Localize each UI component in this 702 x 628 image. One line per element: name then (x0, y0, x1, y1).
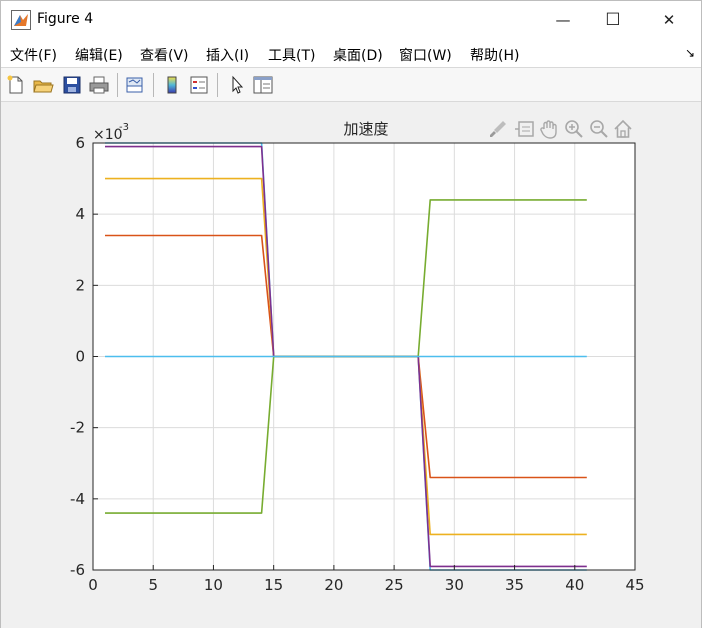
x-tick-label: 45 (625, 576, 644, 594)
link-plot-icon[interactable] (124, 74, 146, 96)
edit-plot-arrow-icon[interactable] (226, 74, 248, 96)
menu-file[interactable]: 文件(F) (10, 45, 57, 65)
minimize-button[interactable]: — (540, 1, 586, 39)
legend-icon[interactable] (188, 74, 210, 96)
menu-window[interactable]: 窗口(W) (399, 45, 452, 65)
property-inspector-icon[interactable] (252, 74, 274, 96)
maximize-button[interactable]: ☐ (590, 1, 636, 39)
data-tips-icon[interactable] (513, 118, 535, 140)
x-tick-label: 25 (385, 576, 404, 594)
x-tick-label: 10 (204, 576, 223, 594)
menu-edit[interactable]: 编辑(E) (75, 45, 123, 65)
menu-insert[interactable]: 插入(I) (206, 45, 249, 65)
new-figure-icon[interactable] (5, 74, 27, 96)
x-tick-label: 40 (565, 576, 584, 594)
home-restore-view-icon[interactable] (612, 118, 634, 140)
menu-view[interactable]: 查看(V) (140, 45, 189, 65)
toolbar-separator (117, 73, 118, 97)
menu-bar: 文件(F) 编辑(E) 查看(V) 插入(I) 工具(T) 桌面(D) 窗口(W… (1, 39, 701, 67)
open-file-icon[interactable] (32, 74, 54, 96)
y-tick-label: -2 (70, 419, 85, 437)
brush-icon[interactable] (487, 118, 509, 140)
close-button[interactable]: ✕ (646, 1, 692, 39)
y-tick-label: 2 (75, 276, 85, 294)
dock-arrow-icon[interactable]: ↘ (685, 46, 695, 60)
window-title: Figure 4 (37, 11, 94, 27)
toolbar-separator (153, 73, 154, 97)
figure-window: Figure 4 — ☐ ✕ 文件(F) 编辑(E) 查看(V) 插入(I) 工… (0, 0, 702, 628)
y-tick-label: 0 (75, 348, 85, 366)
y-tick-label: -6 (70, 561, 85, 579)
matlab-logo-icon (11, 10, 31, 30)
chart: 0 5 10 15 20 25 30 35 40 45-6-4-20246 加速度 ×10 -3 (70, 120, 645, 594)
x-tick-label: 5 (148, 576, 158, 594)
menu-tools[interactable]: 工具(T) (268, 45, 315, 65)
y-tick-label: 4 (75, 205, 85, 223)
pan-hand-icon[interactable] (538, 118, 560, 140)
colorbar-icon[interactable] (161, 74, 183, 96)
x-tick-label: 0 (88, 576, 98, 594)
print-icon[interactable] (88, 74, 110, 96)
figure-canvas: 0 5 10 15 20 25 30 35 40 45 -6 -4 -2 0 2 4 6 加速度 ×10 -3 (1, 102, 701, 628)
minimize-icon: — (555, 11, 571, 29)
x-tick-label: 20 (324, 576, 343, 594)
y-exponent-power: -3 (119, 122, 129, 133)
y-tick-label: -4 (70, 490, 85, 508)
menu-desktop[interactable]: 桌面(D) (333, 45, 383, 65)
x-tick-label: 35 (505, 576, 524, 594)
toolbar-separator (217, 73, 218, 97)
title-bar[interactable]: Figure 4 — ☐ ✕ (1, 1, 701, 39)
zoom-in-icon[interactable] (563, 118, 585, 140)
close-icon: ✕ (662, 11, 676, 29)
y-tick-label: 6 (75, 134, 85, 152)
x-tick-label: 30 (445, 576, 464, 594)
maximize-icon: ☐ (605, 10, 621, 30)
chart-title: 加速度 (343, 120, 388, 138)
save-icon[interactable] (61, 74, 83, 96)
x-tick-label: 15 (264, 576, 283, 594)
zoom-out-icon[interactable] (588, 118, 610, 140)
figure-toolbar (1, 67, 701, 102)
menu-help[interactable]: 帮助(H) (470, 45, 519, 65)
